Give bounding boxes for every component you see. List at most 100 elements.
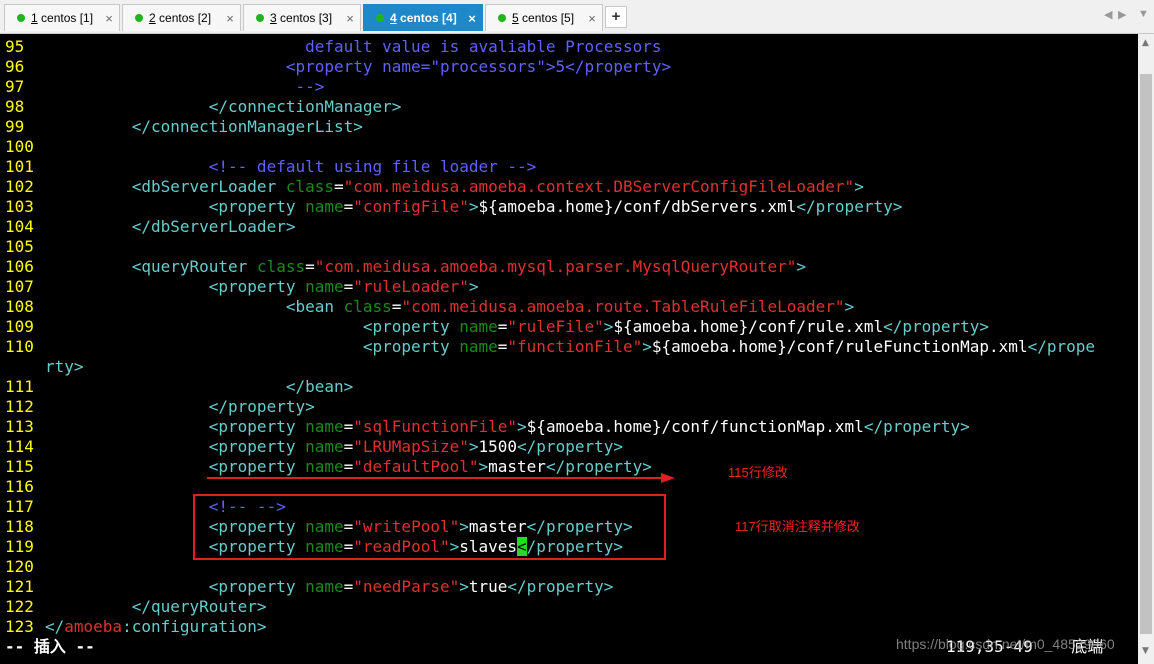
code-token: "ruleFile" bbox=[507, 317, 604, 336]
code-token: "functionFile" bbox=[507, 337, 643, 356]
code-token: ${amoeba.home}/conf/rule.xml bbox=[613, 317, 884, 336]
tab-close-icon[interactable]: × bbox=[462, 11, 482, 26]
scroll-up-icon[interactable]: ▲ bbox=[1142, 38, 1149, 48]
line-number: 104 bbox=[5, 217, 34, 236]
editor-line[interactable]: 111 </bean> bbox=[5, 377, 353, 397]
tab-scroll-right-icon[interactable]: ▶ bbox=[1118, 8, 1126, 21]
editor-line[interactable]: 120 bbox=[5, 557, 45, 577]
editor-line[interactable]: 110 <property name="functionFile">${amoe… bbox=[5, 337, 1095, 357]
code-token: <property bbox=[208, 417, 306, 436]
line-number: 106 bbox=[5, 257, 34, 276]
code-token: amoeba bbox=[64, 617, 123, 636]
terminal-scrollbar[interactable]: ▲ ▼ bbox=[1138, 34, 1154, 664]
connected-status-icon bbox=[376, 14, 384, 22]
tab-close-icon[interactable]: × bbox=[582, 11, 602, 26]
terminal-editor[interactable]: 95 default value is avaliable Processors… bbox=[0, 34, 1138, 664]
tab-close-icon[interactable]: × bbox=[220, 11, 240, 26]
editor-line[interactable]: 122 </queryRouter> bbox=[5, 597, 267, 617]
code-token: class bbox=[256, 257, 306, 276]
new-tab-button[interactable]: + bbox=[605, 6, 627, 28]
code-token: <!-- default using file loader --> bbox=[208, 157, 537, 176]
editor-line[interactable]: 96 <property name="processors">5</proper… bbox=[5, 57, 671, 77]
code-token: name bbox=[305, 577, 344, 596]
code-token: <bean bbox=[285, 297, 344, 316]
code-token: = bbox=[343, 437, 354, 456]
tab-label: 5 centos [5] bbox=[512, 11, 575, 25]
editor-line[interactable]: 97 --> bbox=[5, 77, 324, 97]
tab-centos-1[interactable]: 1 centos [1] × bbox=[4, 4, 120, 31]
line-number: 122 bbox=[5, 597, 34, 616]
tab-close-icon[interactable]: × bbox=[340, 11, 360, 26]
editor-line[interactable]: 102 <dbServerLoader class="com.meidusa.a… bbox=[5, 177, 864, 197]
editor-line[interactable]: 114 <property name="LRUMapSize">1500</pr… bbox=[5, 437, 623, 457]
code-token: > bbox=[603, 317, 614, 336]
editor-line[interactable]: 99 </connectionManagerList> bbox=[5, 117, 363, 137]
annotation-arrow bbox=[207, 473, 675, 483]
code-token: <property bbox=[208, 577, 306, 596]
tab-close-icon[interactable]: × bbox=[99, 11, 119, 26]
code-token: "ruleLoader" bbox=[353, 277, 469, 296]
editor-line[interactable]: 104 </dbServerLoader> bbox=[5, 217, 295, 237]
tab-label: 1 centos [1] bbox=[31, 11, 94, 25]
editor-line[interactable]: 123 </amoeba:configuration> bbox=[5, 617, 267, 637]
code-token: <dbServerLoader bbox=[131, 177, 286, 196]
connected-status-icon bbox=[498, 14, 506, 22]
tab-centos-3[interactable]: 3 centos [3] × bbox=[243, 4, 361, 31]
code-token: "com.meidusa.amoeba.mysql.parser.MysqlQu… bbox=[314, 257, 797, 276]
tab-scroll-left-icon[interactable]: ◀ bbox=[1104, 8, 1112, 21]
line-number: 114 bbox=[5, 437, 34, 456]
code-token: name bbox=[459, 317, 498, 336]
line-number: 97 bbox=[5, 77, 25, 96]
editor-line[interactable]: 100 bbox=[5, 137, 45, 157]
code-token: </property> bbox=[517, 437, 623, 456]
code-token: </connectionManager> bbox=[208, 97, 402, 116]
code-token: :configuration> bbox=[122, 617, 267, 636]
tab-label: 3 centos [3] bbox=[270, 11, 333, 25]
tab-list-menu-icon[interactable]: ▼ bbox=[1138, 8, 1149, 20]
scroll-down-icon[interactable]: ▼ bbox=[1142, 646, 1149, 656]
editor-line[interactable]: rty> bbox=[5, 357, 84, 377]
annotation-line115: 115行修改 bbox=[728, 465, 788, 480]
code-token: </bean> bbox=[285, 377, 354, 396]
code-token: = bbox=[343, 197, 354, 216]
tab-centos-4[interactable]: 4 centos [4] × bbox=[363, 4, 483, 31]
editor-line[interactable]: 121 <property name="needParse">true</pro… bbox=[5, 577, 613, 597]
editor-line[interactable]: 105 bbox=[5, 237, 45, 257]
editor-line[interactable]: 109 <property name="ruleFile">${amoeba.h… bbox=[5, 317, 989, 337]
code-token: </property> bbox=[863, 417, 970, 436]
line-number: 120 bbox=[5, 557, 34, 576]
editor-line[interactable]: 107 <property name="ruleLoader"> bbox=[5, 277, 479, 297]
vim-mode-indicator: -- 插入 -- bbox=[5, 637, 95, 656]
editor-line[interactable]: 103 <property name="configFile">${amoeba… bbox=[5, 197, 902, 217]
editor-line[interactable]: 98 </connectionManager> bbox=[5, 97, 401, 117]
editor-line[interactable]: 101 <!-- default using file loader --> bbox=[5, 157, 536, 177]
tab-centos-5[interactable]: 5 centos [5] × bbox=[485, 4, 603, 31]
code-token: "com.meidusa.amoeba.route.TableRuleFileL… bbox=[401, 297, 845, 316]
line-number: 110 bbox=[5, 337, 34, 356]
code-token: <property bbox=[208, 437, 306, 456]
editor-line[interactable]: 95 default value is avaliable Processors bbox=[5, 37, 662, 57]
code-token: </property> bbox=[208, 397, 315, 416]
line-number: 118 bbox=[5, 517, 34, 536]
tab-centos-2[interactable]: 2 centos [2] × bbox=[122, 4, 241, 31]
annotation-highlight-box bbox=[193, 494, 666, 560]
editor-line[interactable]: 106 <queryRouter class="com.meidusa.amoe… bbox=[5, 257, 806, 277]
editor-line[interactable]: 113 <property name="sqlFunctionFile">${a… bbox=[5, 417, 970, 437]
editor-line[interactable]: 108 <bean class="com.meidusa.amoeba.rout… bbox=[5, 297, 854, 317]
tab-label: 4 centos [4] bbox=[390, 11, 457, 25]
code-token: ${amoeba.home}/conf/dbServers.xml bbox=[478, 197, 797, 216]
code-token: "needParse" bbox=[353, 577, 460, 596]
editor-line[interactable]: 112 </property> bbox=[5, 397, 315, 417]
scrollbar-thumb[interactable] bbox=[1140, 74, 1152, 634]
line-number: 107 bbox=[5, 277, 34, 296]
editor-line[interactable]: 116 bbox=[5, 477, 45, 497]
code-token: = bbox=[391, 297, 402, 316]
code-token: > bbox=[468, 197, 479, 216]
